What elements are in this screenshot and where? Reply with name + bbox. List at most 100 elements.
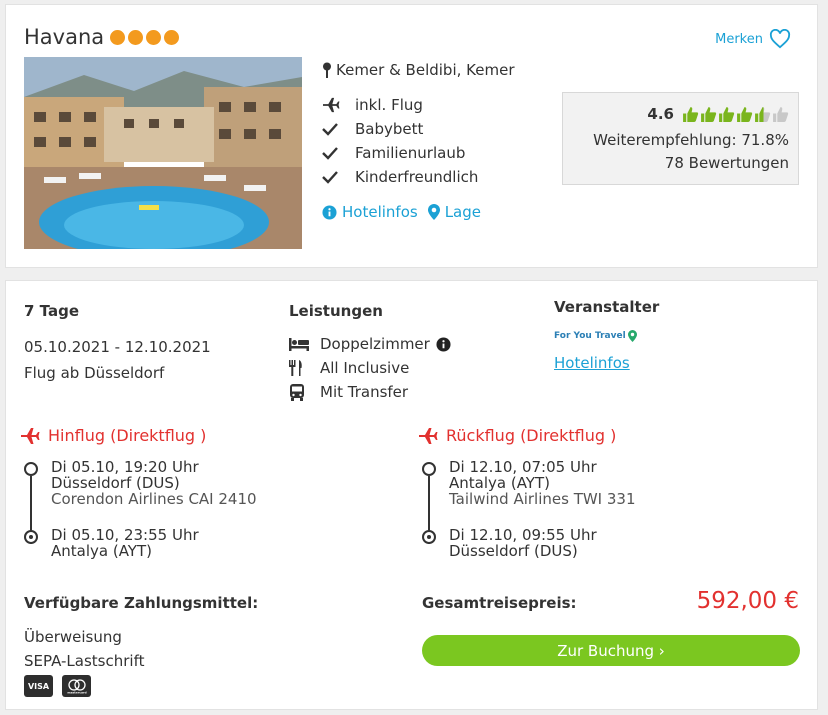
service-item: Doppelzimmer	[289, 332, 451, 356]
operator-logo: For You Travel	[554, 328, 659, 344]
arrival-time: Di 05.10, 23:55 Uhr	[51, 526, 199, 544]
services-section: Leistungen Doppelzimmer All Inclusive Mi…	[289, 302, 451, 404]
return-heading: Rückflug (Direktflug )	[418, 426, 616, 445]
departure-airport: Düsseldorf (DUS)	[51, 474, 180, 492]
lage-link[interactable]: Lage	[427, 203, 481, 221]
feature-list: inkl. Flug Babybett Familienurlaub Kinde…	[322, 93, 478, 189]
hotel-name[interactable]: Havana	[24, 25, 104, 49]
map-marker-icon	[427, 204, 440, 220]
return-departure: Di 12.10, 07:05 Uhr Antalya (AYT) Tailwi…	[449, 459, 636, 507]
arrival-dot	[24, 530, 38, 544]
mastercard-icon: mastercard	[62, 675, 91, 697]
plane-icon	[419, 427, 438, 444]
return-arrival: Di 12.10, 09:55 Uhr Düsseldorf (DUS)	[449, 527, 597, 559]
trip-departure: Flug ab Düsseldorf	[24, 364, 165, 382]
airline: Tailwind Airlines TWI 331	[449, 490, 636, 508]
arrival-dot	[422, 530, 436, 544]
return-flight: Rückflug (Direktflug ) Di 12.10, 07:05 U…	[418, 426, 636, 559]
arrival-airport: Düsseldorf (DUS)	[449, 542, 578, 560]
service-label: Doppelzimmer	[320, 335, 430, 353]
hotel-stars	[110, 29, 180, 45]
return-title: Rückflug (Direktflug )	[446, 426, 617, 445]
cutlery-icon	[289, 360, 302, 376]
trip-duration: 7 Tage	[24, 302, 79, 320]
thumbs-up-icon	[719, 106, 735, 122]
rating-box[interactable]: 4.6 Weiterempfehlung: 71.8% 78 Bewertung…	[562, 92, 799, 185]
operator-heading: Veranstalter	[554, 298, 660, 316]
hotel-title: Havana	[24, 25, 180, 49]
check-icon	[322, 123, 338, 136]
total-price: 592,00 €	[696, 588, 799, 614]
rating-score: 4.6	[647, 105, 674, 123]
operator-brand: For You Travel	[554, 331, 626, 341]
payment-heading: Verfügbare Zahlungsmittel:	[24, 594, 259, 612]
arrival-time: Di 12.10, 09:55 Uhr	[449, 526, 597, 544]
feature-item: Familienurlaub	[322, 141, 478, 165]
thumbs-rating	[682, 106, 789, 123]
departure-time: Di 12.10, 07:05 Uhr	[449, 458, 597, 476]
service-label: Mit Transfer	[320, 383, 409, 401]
feature-label: Kinderfreundlich	[355, 168, 479, 186]
departure-time: Di 05.10, 19:20 Uhr	[51, 458, 199, 476]
merken-label: Merken	[715, 31, 763, 47]
card-logos: VISA mastercard	[24, 675, 91, 697]
lage-label: Lage	[444, 203, 481, 221]
info-icon	[322, 204, 337, 220]
review-count: 78 Bewertungen	[664, 154, 789, 172]
recommendation-rate: Weiterempfehlung: 71.8%	[593, 131, 789, 149]
departure-dot	[24, 462, 38, 476]
departure-dot	[422, 462, 436, 476]
payment-method: SEPA-Lastschrift	[24, 652, 145, 670]
hotel-card: Havana Merken Kemer & Beldibi, Kemer ink…	[5, 4, 818, 268]
service-item: All Inclusive	[289, 356, 451, 380]
feature-label: Familienurlaub	[355, 144, 466, 162]
hotelinfos-link[interactable]: Hotelinfos	[322, 203, 418, 221]
feature-label: inkl. Flug	[355, 96, 423, 114]
rating-top: 4.6	[563, 105, 789, 123]
mastercard-text: mastercard	[67, 691, 86, 695]
outbound-flight: Hinflug (Direktflug ) Di 05.10, 19:20 Uh…	[20, 426, 257, 559]
payment-method: Überweisung	[24, 628, 122, 646]
service-item: Mit Transfer	[289, 380, 451, 404]
outbound-title: Hinflug (Direktflug )	[48, 426, 207, 445]
operator-hotelinfos-link[interactable]: Hotelinfos	[554, 354, 630, 372]
plane-icon	[323, 97, 340, 113]
feature-item: Kinderfreundlich	[322, 165, 478, 189]
outbound-heading: Hinflug (Direktflug )	[20, 426, 206, 445]
trip-dates: 05.10.2021 - 12.10.2021	[24, 338, 211, 356]
logo-pin-icon	[627, 330, 637, 342]
thumbs-up-empty-icon	[773, 106, 789, 122]
visa-icon: VISA	[24, 675, 53, 697]
offer-card: 7 Tage 05.10.2021 - 12.10.2021 Flug ab D…	[5, 280, 818, 710]
total-price-label: Gesamtreisepreis:	[422, 594, 577, 612]
info-icon[interactable]	[436, 336, 451, 352]
check-icon	[322, 147, 338, 160]
service-label: All Inclusive	[320, 359, 410, 377]
feature-item: inkl. Flug	[322, 93, 478, 117]
book-button[interactable]: Zur Buchung ›	[422, 635, 800, 666]
plane-icon	[21, 427, 40, 444]
thumbs-up-half-icon	[755, 106, 771, 122]
merken-button[interactable]: Merken	[715, 29, 791, 49]
operator-section: Veranstalter For You Travel Hotelinfos	[554, 298, 659, 372]
outbound-arrival: Di 05.10, 23:55 Uhr Antalya (AYT)	[51, 527, 199, 559]
hotel-location: Kemer & Beldibi, Kemer	[322, 61, 514, 79]
feature-item: Babybett	[322, 117, 478, 141]
star-icon	[128, 29, 144, 45]
location-text: Kemer & Beldibi, Kemer	[336, 61, 515, 79]
star-icon	[164, 29, 180, 45]
bed-icon	[289, 337, 309, 351]
arrival-airport: Antalya (AYT)	[51, 542, 152, 560]
airline: Corendon Airlines CAI 2410	[51, 490, 257, 508]
star-icon	[146, 29, 162, 45]
outbound-departure: Di 05.10, 19:20 Uhr Düsseldorf (DUS) Cor…	[51, 459, 257, 507]
feature-label: Babybett	[355, 120, 424, 138]
map-pin-icon	[323, 62, 331, 78]
star-icon	[110, 29, 126, 45]
thumbs-up-icon	[683, 106, 699, 122]
hotel-photo[interactable]	[24, 57, 302, 249]
bus-icon	[290, 383, 304, 401]
departure-airport: Antalya (AYT)	[449, 474, 550, 492]
hotel-links: Hotelinfos Lage	[322, 203, 481, 221]
thumbs-up-icon	[701, 106, 717, 122]
